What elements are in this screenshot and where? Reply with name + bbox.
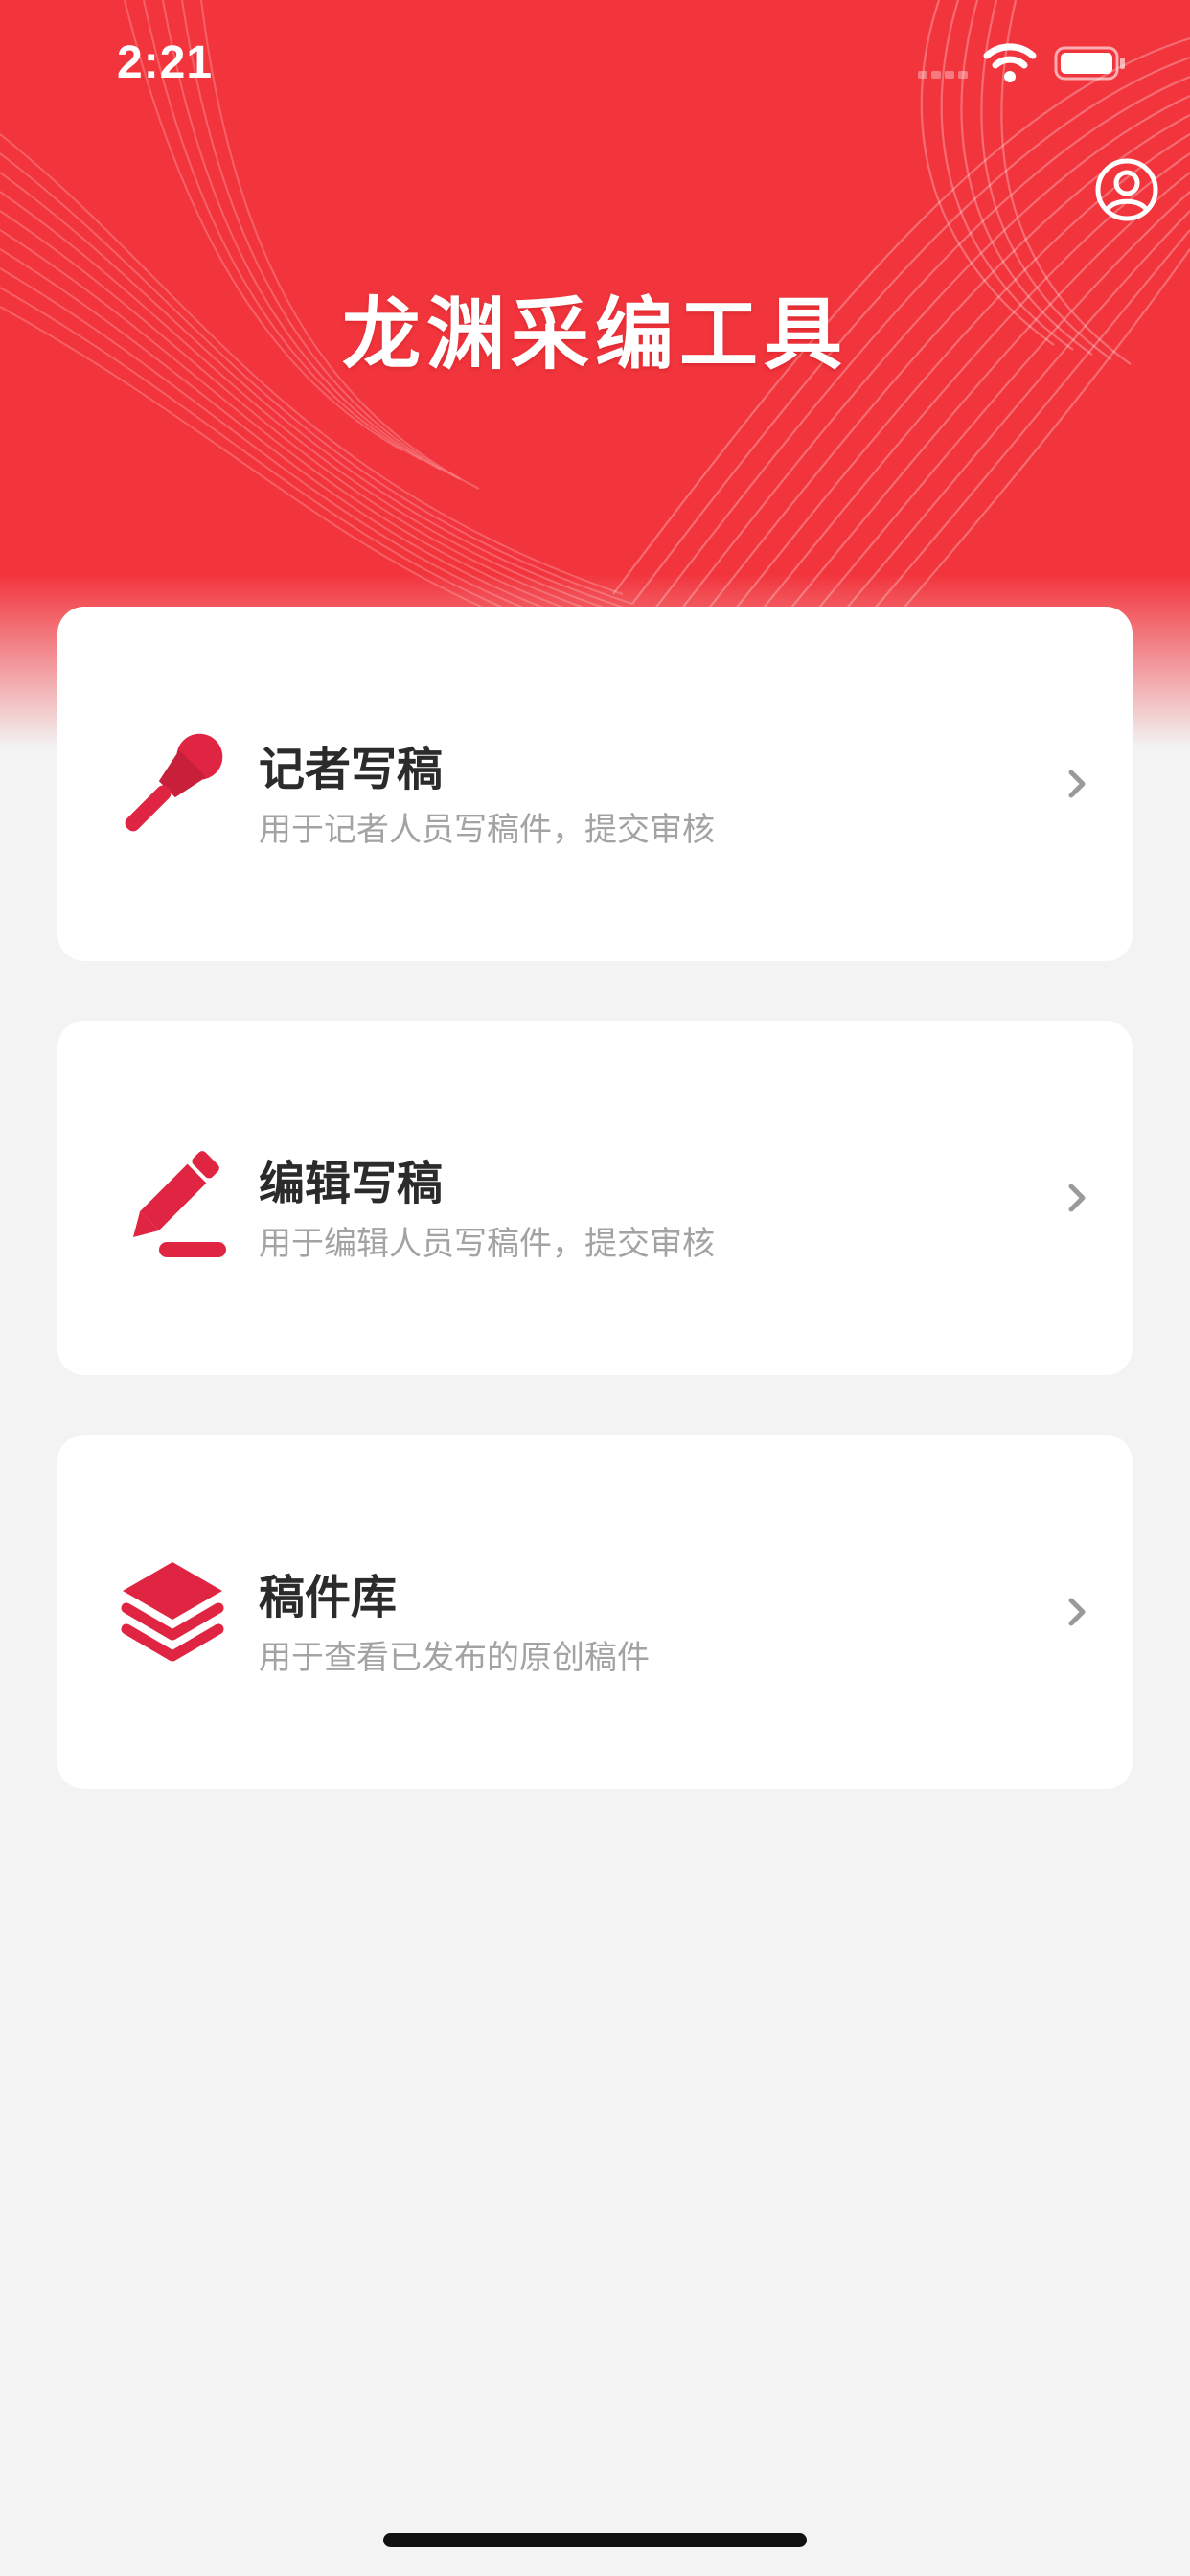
chevron-right-icon bbox=[1068, 1598, 1086, 1626]
card-title: 稿件库 bbox=[259, 1571, 398, 1624]
manuscript-library-card[interactable]: 稿件库 用于查看已发布的原创稿件 bbox=[57, 1435, 1133, 1789]
profile-button[interactable] bbox=[1094, 157, 1159, 222]
editor-write-card[interactable]: 编辑写稿 用于编辑人员写稿件，提交审核 bbox=[57, 1021, 1133, 1375]
reporter-write-card[interactable]: 记者写稿 用于记者人员写稿件，提交审核 bbox=[57, 607, 1133, 961]
card-description: 用于编辑人员写稿件，提交审核 bbox=[259, 1225, 715, 1263]
status-bar: 2:21 bbox=[0, 0, 1190, 134]
chevron-right-icon bbox=[1068, 1184, 1086, 1212]
card-title: 编辑写稿 bbox=[259, 1157, 444, 1210]
status-time: 2:21 bbox=[117, 37, 214, 88]
app-title: 龙渊采编工具 bbox=[341, 289, 848, 380]
battery-icon bbox=[1054, 46, 1125, 80]
user-circle-icon bbox=[1095, 158, 1158, 221]
home-indicator[interactable] bbox=[383, 2533, 807, 2547]
layers-icon bbox=[121, 1562, 224, 1662]
wifi-icon bbox=[983, 43, 1037, 82]
card-description: 用于查看已发布的原创稿件 bbox=[259, 1639, 650, 1677]
card-title: 记者写稿 bbox=[259, 743, 444, 796]
pencil-edit-icon bbox=[132, 1151, 226, 1257]
signal-icon bbox=[918, 71, 968, 79]
card-description: 用于记者人员写稿件，提交审核 bbox=[259, 811, 715, 849]
chevron-right-icon bbox=[1068, 770, 1086, 798]
microphone-icon bbox=[125, 733, 223, 832]
